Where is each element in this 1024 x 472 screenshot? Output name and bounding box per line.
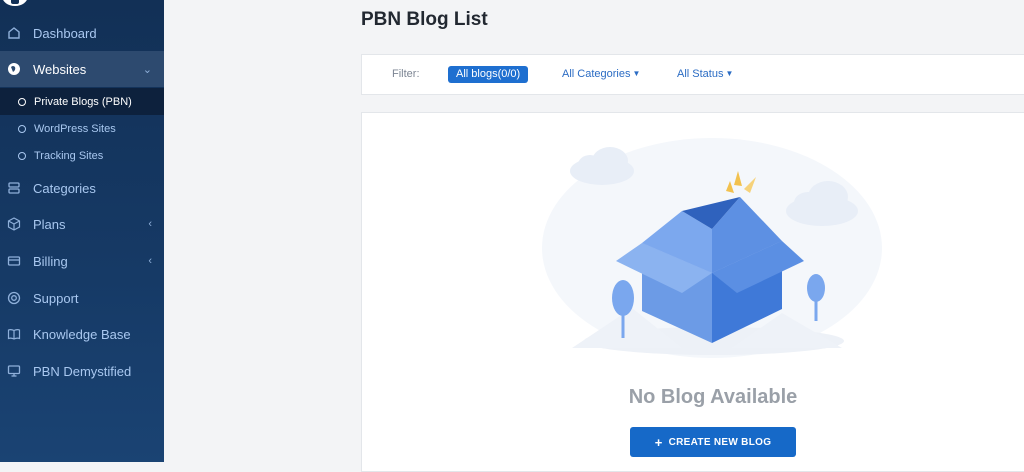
cube-icon [6, 216, 22, 232]
status-dropdown-label: All Status [677, 68, 724, 80]
sidebar-item-label: Dashboard [33, 25, 97, 41]
subitem-label: Tracking Sites [34, 149, 104, 162]
sidebar-item-label: Knowledge Base [33, 326, 131, 342]
stack-icon [6, 180, 22, 196]
create-new-blog-button[interactable]: + CREATE NEW BLOG [630, 427, 796, 457]
card-icon [6, 253, 22, 269]
sidebar-item-dashboard[interactable]: Dashboard [0, 15, 164, 51]
page-title: PBN Blog List [361, 9, 488, 30]
sidebar: Dashboard Websites ⌄ Private Blogs (PBN)… [0, 0, 164, 462]
categories-dropdown[interactable]: All Categories ▼ [562, 68, 640, 80]
empty-box-illustration [542, 138, 882, 358]
home-icon [6, 25, 22, 41]
sidebar-item-support[interactable]: Support [0, 280, 164, 316]
sidebar-item-pbn-demystified[interactable]: PBN Demystified [0, 353, 164, 389]
sidebar-item-label: Support [33, 290, 79, 306]
subitem-label: Private Blogs (PBN) [34, 95, 132, 108]
empty-state-title: No Blog Available [628, 386, 798, 408]
filter-label: Filter: [392, 68, 420, 80]
sidebar-subitem-tracking-sites[interactable]: Tracking Sites [0, 142, 164, 169]
circle-icon [18, 151, 26, 160]
sidebar-item-plans[interactable]: Plans ‹ [0, 206, 164, 242]
status-dropdown[interactable]: All Status ▼ [677, 68, 733, 80]
lifebuoy-icon [6, 290, 22, 306]
caret-down-icon: ▼ [632, 69, 641, 78]
create-new-blog-label: CREATE NEW BLOG [668, 436, 772, 448]
globe-icon [6, 61, 22, 77]
sidebar-item-label: Categories [33, 180, 96, 196]
book-icon [6, 326, 22, 342]
subitem-label: WordPress Sites [34, 122, 116, 135]
circle-icon [18, 124, 26, 133]
logo[interactable] [2, 0, 28, 6]
sidebar-subitem-wordpress-sites[interactable]: WordPress Sites [0, 115, 164, 142]
chevron-down-icon: ⌄ [142, 63, 152, 76]
cloud-icon [570, 147, 634, 185]
sidebar-item-websites[interactable]: Websites ⌄ [0, 51, 164, 87]
chevron-left-icon: ‹ [148, 218, 152, 230]
all-blogs-filter[interactable]: All blogs(0/0) [448, 66, 529, 83]
plus-icon: + [654, 434, 663, 450]
sidebar-item-label: Websites [33, 61, 87, 77]
empty-state-card: No Blog Available + CREATE NEW BLOG [361, 112, 1024, 472]
sidebar-item-label: Plans [33, 216, 66, 232]
chevron-left-icon: ‹ [148, 255, 152, 267]
sidebar-item-label: Billing [33, 253, 68, 269]
sidebar-subitem-private-blogs[interactable]: Private Blogs (PBN) [0, 88, 164, 115]
monitor-icon [6, 363, 22, 379]
circle-icon [18, 97, 26, 106]
categories-dropdown-label: All Categories [562, 68, 631, 80]
sidebar-item-label: PBN Demystified [33, 363, 132, 379]
sidebar-item-knowledge-base[interactable]: Knowledge Base [0, 316, 164, 352]
filter-bar: Filter: All blogs(0/0) All Categories ▼ A… [361, 54, 1024, 95]
sidebar-item-categories[interactable]: Categories [0, 170, 164, 206]
sidebar-item-billing[interactable]: Billing ‹ [0, 243, 164, 279]
caret-down-icon: ▼ [725, 69, 734, 78]
